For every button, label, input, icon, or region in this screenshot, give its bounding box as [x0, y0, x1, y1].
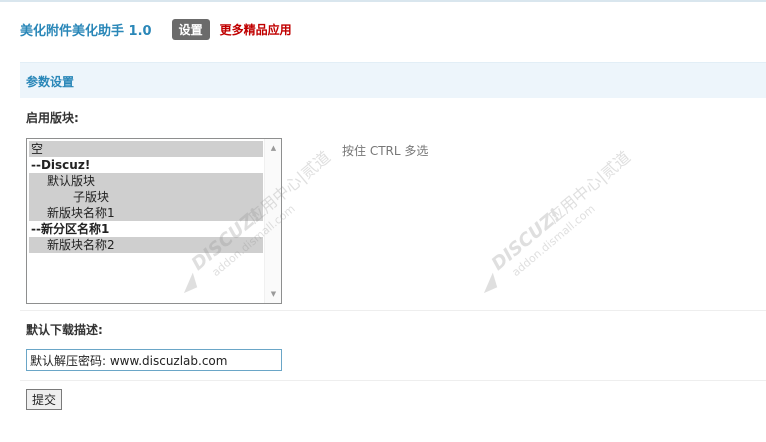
select-optgroup[interactable]: --Discuz!	[29, 157, 263, 173]
section-title: 参数设置	[26, 75, 75, 89]
submit-button[interactable]: 提交	[26, 389, 62, 410]
divider	[20, 310, 766, 311]
select-option[interactable]: 子版块	[29, 189, 263, 205]
watermark-text: 应用中心|贰道	[544, 147, 634, 227]
watermark-logo-icon: DISCUZ! 应用中心|贰道 addon.dismall.com	[483, 147, 634, 294]
more-apps-link[interactable]: 更多精品应用	[220, 21, 292, 38]
scroll-up-icon[interactable]: ▲	[265, 141, 281, 155]
download-desc-label: 默认下载描述:	[26, 323, 103, 337]
watermark-url: addon.dismall.com	[509, 202, 597, 279]
download-desc-input[interactable]	[26, 349, 282, 371]
block-options-list: 空 --Discuz! 默认版块 子版块 新版块名称1 --新分区名称1 新版块名称2	[29, 141, 263, 253]
header: 美化附件美化助手 1.0 设置 更多精品应用	[20, 14, 292, 44]
block-select[interactable]: 空 --Discuz! 默认版块 子版块 新版块名称1 --新分区名称1 新版块名称2 ▲ …	[26, 138, 282, 304]
scrollbar[interactable]: ▲ ▼	[264, 139, 281, 303]
select-option[interactable]: 新版块名称2	[29, 237, 263, 253]
section-header: 参数设置	[20, 62, 766, 98]
block-hint: 按住 CTRL 多选	[342, 144, 429, 158]
select-option[interactable]: 空	[29, 141, 263, 157]
divider	[20, 380, 766, 381]
enable-block-label: 启用版块:	[26, 111, 79, 125]
scroll-down-icon[interactable]: ▼	[265, 287, 281, 301]
tab-settings[interactable]: 设置	[171, 18, 210, 40]
app-title: 美化附件美化助手 1.0	[20, 23, 152, 39]
top-border	[0, 0, 766, 2]
select-option[interactable]: 默认版块	[29, 173, 263, 189]
select-option[interactable]: 新版块名称1	[29, 205, 263, 221]
select-optgroup[interactable]: --新分区名称1	[29, 221, 263, 237]
watermark-brand: DISCUZ!	[488, 205, 566, 275]
